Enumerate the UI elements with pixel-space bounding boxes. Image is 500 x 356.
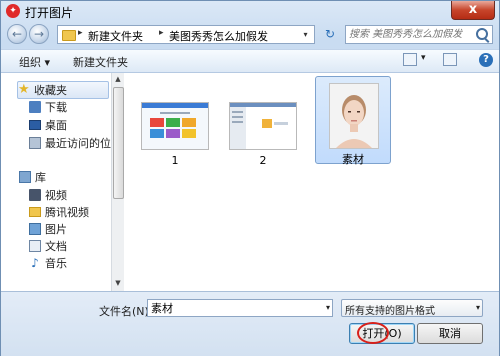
- recent-places-icon: [29, 137, 41, 149]
- star-icon: ★: [18, 82, 30, 97]
- refresh-button[interactable]: ↻: [321, 25, 339, 44]
- file-item-selected[interactable]: 素材: [315, 76, 391, 166]
- new-folder-button[interactable]: 新建文件夹: [73, 54, 128, 70]
- cancel-button[interactable]: 取消: [417, 323, 483, 344]
- sidebar-item-recent-places[interactable]: 最近访问的位置: [29, 135, 122, 151]
- file-type-value: 所有支持的图片格式: [345, 306, 435, 317]
- sidebar-item-tencent-video[interactable]: 腾讯视频: [29, 204, 89, 220]
- music-library-icon: ♪: [31, 256, 39, 270]
- folder-icon: [62, 30, 76, 41]
- sidebar-item-pictures[interactable]: 图片: [29, 221, 67, 237]
- scrollbar-thumb[interactable]: [113, 87, 124, 199]
- title-bar: ✦ 打开图片 x: [1, 1, 499, 21]
- toolbar: 组织 ▾ 新建文件夹 ▾ ?: [1, 49, 499, 73]
- scroll-down-icon[interactable]: ▼: [112, 277, 124, 289]
- sidebar-item-documents[interactable]: 文档: [29, 238, 67, 254]
- breadcrumb-separator: ▸: [78, 28, 83, 38]
- address-dropdown-icon[interactable]: ▾: [298, 27, 313, 42]
- sidebar-item-videos[interactable]: 视频: [29, 187, 67, 203]
- documents-library-icon: [29, 240, 41, 252]
- desktop-icon: [29, 120, 41, 130]
- preview-pane-icon[interactable]: [443, 53, 457, 66]
- navigation-bar: ← → ▸ 新建文件夹 ▸ 美图秀秀怎么加假发 ▾ ↻: [1, 23, 499, 47]
- organize-menu[interactable]: 组织 ▾: [19, 54, 50, 70]
- screenshot-thumbnail: [230, 103, 296, 149]
- file-name: 素材: [342, 153, 364, 166]
- pictures-library-icon: [29, 223, 41, 235]
- file-list: 1 2 素材: [125, 73, 499, 291]
- chevron-down-icon[interactable]: ▾: [326, 301, 330, 315]
- download-folder-icon: [29, 101, 41, 113]
- back-button[interactable]: ←: [7, 24, 27, 44]
- window-title: 打开图片: [25, 6, 74, 20]
- content-area: ★ 收藏夹 下载 桌面 最近访问的位置 库 视频 腾讯视频 图片 文档 ♪ 音乐…: [1, 73, 499, 291]
- scroll-up-icon[interactable]: ▲: [112, 73, 124, 85]
- annotation-circle: [357, 322, 389, 344]
- sidebar-item-desktop[interactable]: 桌面: [29, 117, 67, 133]
- navigation-pane: ★ 收藏夹 下载 桌面 最近访问的位置 库 视频 腾讯视频 图片 文档 ♪ 音乐: [1, 73, 122, 291]
- breadcrumb-item[interactable]: 新建文件夹: [88, 28, 143, 44]
- folder-icon: [29, 207, 41, 217]
- filename-input[interactable]: [151, 301, 311, 315]
- breadcrumb-separator: ▸: [159, 28, 164, 38]
- library-icon: [19, 171, 31, 183]
- file-thumbnail: [229, 102, 297, 150]
- portrait-thumbnail: [330, 84, 378, 148]
- search-input[interactable]: [349, 27, 474, 42]
- dialog-footer: 文件名(N): ▾ 所有支持的图片格式 ▾ 打开(O) 取消: [1, 291, 499, 356]
- screenshot-thumbnail: [142, 103, 208, 149]
- close-button[interactable]: x: [451, 1, 495, 20]
- video-library-icon: [29, 189, 41, 201]
- address-bar[interactable]: ▸ 新建文件夹 ▸ 美图秀秀怎么加假发 ▾: [57, 25, 315, 44]
- file-name: 1: [171, 154, 179, 167]
- chevron-down-icon[interactable]: ▾: [476, 301, 480, 315]
- sidebar-item-music[interactable]: ♪ 音乐: [29, 255, 67, 271]
- open-image-dialog: ✦ 打开图片 x ← → ▸ 新建文件夹 ▸ 美图秀秀怎么加假发 ▾ ↻ 组织 …: [0, 0, 500, 356]
- change-view-icon[interactable]: [403, 53, 417, 66]
- file-thumbnail: [329, 83, 379, 149]
- file-type-select[interactable]: 所有支持的图片格式 ▾: [341, 299, 483, 317]
- file-name: 2: [259, 154, 267, 167]
- filename-combobox[interactable]: ▾: [147, 299, 333, 317]
- sidebar-item-downloads[interactable]: 下载: [29, 99, 67, 115]
- search-box[interactable]: [345, 25, 493, 44]
- file-item[interactable]: 1: [137, 76, 213, 167]
- navigation-scrollbar[interactable]: ▲ ▼: [111, 73, 124, 291]
- view-dropdown-icon[interactable]: ▾: [421, 53, 426, 63]
- sidebar-item-favorites[interactable]: ★ 收藏夹: [17, 81, 109, 99]
- breadcrumb-item[interactable]: 美图秀秀怎么加假发: [169, 28, 268, 44]
- search-icon[interactable]: [476, 28, 488, 40]
- file-item[interactable]: 2: [225, 76, 301, 167]
- meitu-app-icon: ✦: [6, 4, 20, 18]
- sidebar-item-libraries[interactable]: 库: [19, 169, 46, 185]
- help-icon[interactable]: ?: [479, 53, 493, 67]
- filename-label: 文件名(N):: [99, 305, 153, 318]
- forward-button[interactable]: →: [29, 24, 49, 44]
- file-thumbnail: [141, 102, 209, 150]
